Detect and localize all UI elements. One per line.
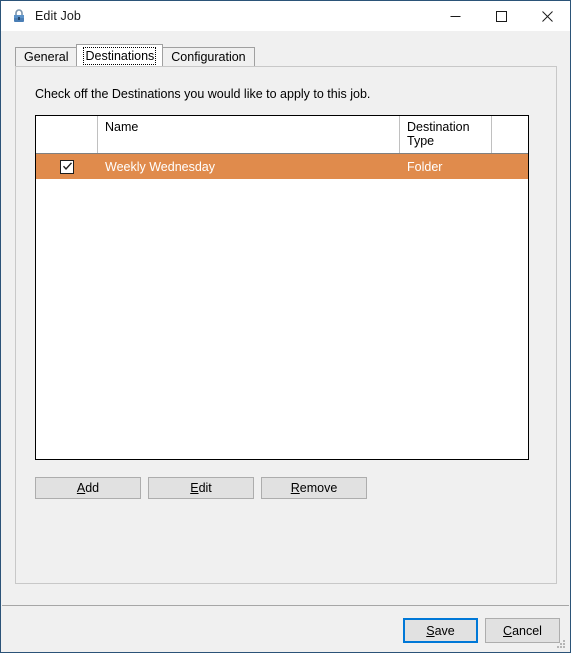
footer-separator <box>2 605 569 606</box>
tab-strip: General Destinations Configuration <box>15 44 255 66</box>
tab-configuration-label: Configuration <box>171 50 246 64</box>
row-checkbox-cell[interactable] <box>36 154 98 179</box>
title-bar: Edit Job <box>1 1 570 31</box>
remove-button-accel: R <box>290 481 300 495</box>
padlock-icon <box>8 5 30 27</box>
grid-header-row: Name Destination Type <box>36 116 528 154</box>
tab-general[interactable]: General <box>15 47 78 66</box>
tab-destinations-label: Destinations <box>83 46 157 65</box>
tab-configuration[interactable]: Configuration <box>162 47 255 66</box>
row-checkbox[interactable] <box>60 159 74 174</box>
save-button-label: ave <box>434 623 455 638</box>
save-button[interactable]: Save <box>403 618 478 643</box>
cancel-button-accel: C <box>503 623 513 638</box>
edit-job-dialog: Edit Job General Destinations Configurat… <box>0 0 571 653</box>
add-button-label: dd <box>85 481 100 495</box>
cancel-button-label: ancel <box>512 623 542 638</box>
close-button[interactable] <box>524 1 570 31</box>
edit-button-label: dit <box>198 481 212 495</box>
row-destination-type: Folder <box>407 159 443 174</box>
grid-action-buttons: Add Edit Remove <box>35 477 368 499</box>
table-row[interactable]: Weekly Wednesday Folder <box>36 154 528 179</box>
row-name: Weekly Wednesday <box>105 159 216 174</box>
tab-general-label: General <box>24 50 69 64</box>
resize-grip[interactable] <box>555 637 567 649</box>
instruction-text: Check off the Destinations you would lik… <box>35 87 371 101</box>
grid-header-check[interactable] <box>36 116 98 153</box>
edit-button-accel: E <box>190 481 199 495</box>
destinations-tab-panel: Check off the Destinations you would lik… <box>15 66 557 584</box>
add-button-accel: A <box>76 481 86 495</box>
remove-button-label: emove <box>299 481 338 495</box>
row-extra <box>492 154 528 179</box>
add-button[interactable]: Add <box>35 477 141 499</box>
grid-header-extra[interactable] <box>492 116 528 153</box>
cancel-button[interactable]: Cancel <box>485 618 560 643</box>
caption-button-group <box>432 1 570 31</box>
grid-header-destination-type[interactable]: Destination Type <box>400 116 492 153</box>
maximize-button[interactable] <box>478 1 524 31</box>
footer-button-group: Save Cancel <box>396 618 560 643</box>
tab-destinations[interactable]: Destinations <box>76 44 164 66</box>
save-button-accel: S <box>426 623 435 638</box>
edit-button[interactable]: Edit <box>148 477 254 499</box>
destinations-grid[interactable]: Name Destination Type Weekly Wednesday F… <box>35 115 529 460</box>
grid-header-name[interactable]: Name <box>98 116 400 153</box>
minimize-button[interactable] <box>432 1 478 31</box>
window-title: Edit Job <box>35 9 81 23</box>
remove-button[interactable]: Remove <box>261 477 367 499</box>
